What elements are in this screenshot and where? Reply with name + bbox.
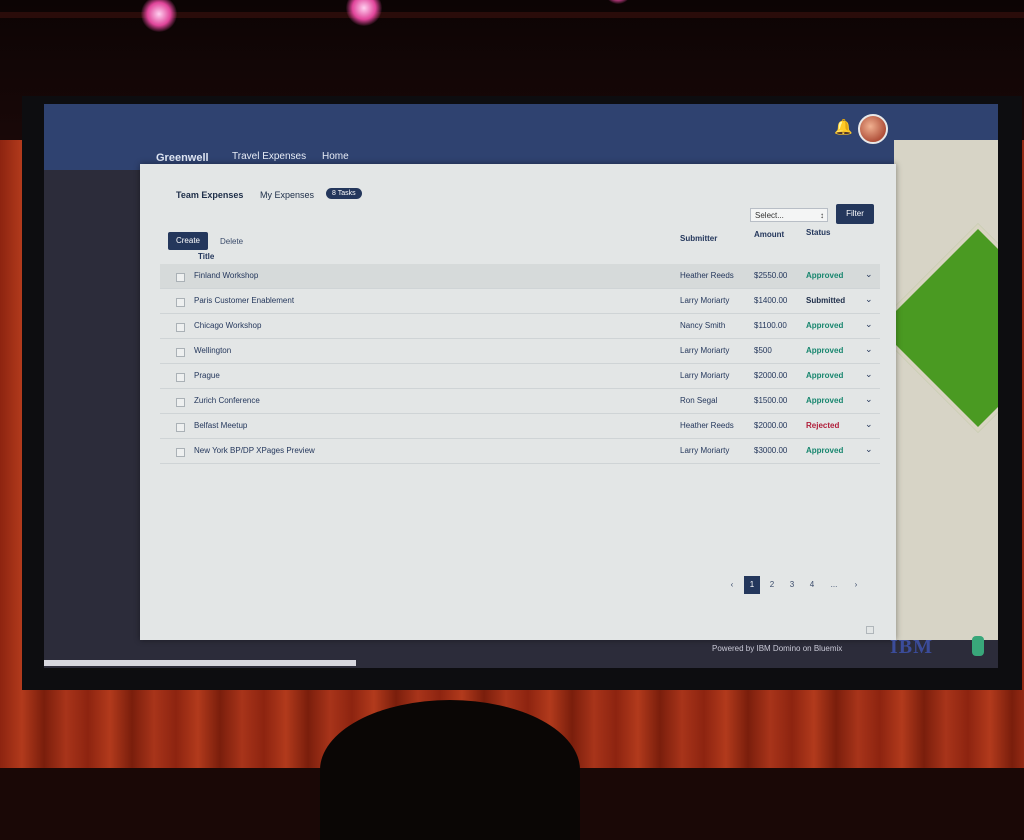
nav-home[interactable]: Home (322, 151, 349, 162)
row-title[interactable]: Prague (194, 371, 220, 380)
filter-button[interactable]: Filter (836, 204, 874, 224)
row-checkbox[interactable] (176, 298, 185, 307)
pagination-prev[interactable]: ‹ (724, 576, 740, 594)
row-checkbox[interactable] (176, 373, 185, 382)
column-header-submitter[interactable]: Submitter (680, 234, 717, 243)
tasks-badge: 8 Tasks (326, 188, 362, 199)
status-badge: Approved (806, 321, 844, 330)
select-arrow-icon: ↕ (820, 211, 824, 220)
row-checkbox[interactable] (176, 323, 185, 332)
tab-team-expenses[interactable]: Team Expenses (176, 190, 243, 200)
row-submitter: Larry Moriarty (680, 371, 730, 380)
delete-button[interactable]: Delete (220, 237, 243, 246)
row-amount: $500 (754, 346, 772, 355)
status-badge: Approved (806, 396, 844, 405)
row-submitter: Heather Reeds (680, 421, 734, 430)
table-row[interactable]: Chicago Workshop Nancy Smith $1100.00 Ap… (160, 314, 880, 339)
chevron-down-icon[interactable]: ⌄ (865, 269, 873, 280)
row-amount: $2000.00 (754, 371, 788, 380)
row-checkbox[interactable] (176, 273, 185, 282)
row-amount: $1400.00 (754, 296, 788, 305)
row-title[interactable]: Paris Customer Enablement (194, 296, 294, 305)
row-checkbox[interactable] (176, 448, 185, 457)
table-row[interactable]: New York BP/DP XPages Preview Larry Mori… (160, 439, 880, 464)
row-amount: $1100.00 (754, 321, 787, 330)
pagination-page-3[interactable]: 3 (784, 576, 800, 594)
table-row[interactable]: Prague Larry Moriarty $2000.00 Approved … (160, 364, 880, 389)
table-row[interactable]: Zurich Conference Ron Segal $1500.00 App… (160, 389, 880, 414)
pagination-ellipsis[interactable]: ... (826, 576, 842, 594)
status-badge: Approved (806, 271, 844, 280)
status-badge: Submitted (806, 296, 846, 305)
row-title[interactable]: Chicago Workshop (194, 321, 261, 330)
column-header-title[interactable]: Title (198, 252, 214, 261)
create-button[interactable]: Create (168, 232, 208, 250)
row-submitter: Heather Reeds (680, 271, 734, 280)
column-header-amount[interactable]: Amount (754, 230, 784, 239)
row-submitter: Larry Moriarty (680, 446, 730, 455)
table-row[interactable]: Wellington Larry Moriarty $500 Approved … (160, 339, 880, 364)
row-submitter: Nancy Smith (680, 321, 726, 330)
chevron-down-icon[interactable]: ⌄ (865, 319, 873, 330)
nav-travel-expenses[interactable]: Travel Expenses (232, 151, 306, 162)
row-amount: $2000.00 (754, 421, 788, 430)
row-title[interactable]: Belfast Meetup (194, 421, 247, 430)
app-navbar: Greenwell Travel Expenses Home 🔔 (44, 104, 998, 170)
filter-select-value: Select... (755, 211, 784, 220)
row-submitter: Ron Segal (680, 396, 718, 405)
filter-select[interactable]: Select... ↕ (750, 208, 828, 222)
pagination-page-1[interactable]: 1 (744, 576, 760, 594)
avatar[interactable] (858, 114, 888, 144)
status-badge: Approved (806, 346, 844, 355)
app-brand[interactable]: Greenwell (156, 152, 209, 164)
table-row[interactable]: Belfast Meetup Heather Reeds $2000.00 Re… (160, 414, 880, 439)
chevron-down-icon[interactable]: ⌄ (865, 394, 873, 405)
row-submitter: Larry Moriarty (680, 296, 730, 305)
row-checkbox[interactable] (176, 348, 185, 357)
table-row[interactable]: Paris Customer Enablement Larry Moriarty… (160, 289, 880, 314)
tab-my-expenses[interactable]: My Expenses (260, 190, 314, 200)
row-title[interactable]: Zurich Conference (194, 396, 260, 405)
chevron-down-icon[interactable]: ⌄ (865, 444, 873, 455)
projected-app: Greenwell Travel Expenses Home 🔔 Team Ex… (44, 104, 998, 668)
row-submitter: Larry Moriarty (680, 346, 730, 355)
status-badge: Rejected (806, 421, 840, 430)
expenses-panel: Team Expenses My Expenses 8 Tasks Select… (140, 164, 896, 640)
chevron-down-icon[interactable]: ⌄ (865, 369, 873, 380)
status-badge: Approved (806, 446, 844, 455)
row-amount: $2550.00 (754, 271, 788, 280)
row-checkbox[interactable] (176, 398, 185, 407)
audience-silhouette (320, 700, 580, 840)
ibm-logo: IBM (890, 636, 933, 658)
status-badge: Approved (806, 371, 844, 380)
row-amount: $3000.00 (754, 446, 788, 455)
chevron-down-icon[interactable]: ⌄ (865, 344, 873, 355)
row-title[interactable]: Wellington (194, 346, 231, 355)
bluemix-icon (972, 636, 984, 656)
chevron-down-icon[interactable]: ⌄ (865, 294, 873, 305)
bell-icon[interactable]: 🔔 (834, 118, 853, 136)
powered-by-text: Powered by IBM Domino on Bluemix (712, 644, 843, 653)
pagination-page-4[interactable]: 4 (804, 576, 820, 594)
row-title[interactable]: Finland Workshop (194, 271, 258, 280)
column-header-status[interactable]: Status (806, 228, 830, 237)
row-checkbox[interactable] (176, 423, 185, 432)
row-title[interactable]: New York BP/DP XPages Preview (194, 446, 315, 455)
table-row[interactable]: Finland Workshop Heather Reeds $2550.00 … (160, 264, 880, 289)
resize-handle-icon (866, 626, 874, 634)
browser-status-bar (44, 660, 356, 666)
row-amount: $1500.00 (754, 396, 788, 405)
chevron-down-icon[interactable]: ⌄ (865, 419, 873, 430)
pagination-next[interactable]: › (848, 576, 864, 594)
pagination-page-2[interactable]: 2 (764, 576, 780, 594)
